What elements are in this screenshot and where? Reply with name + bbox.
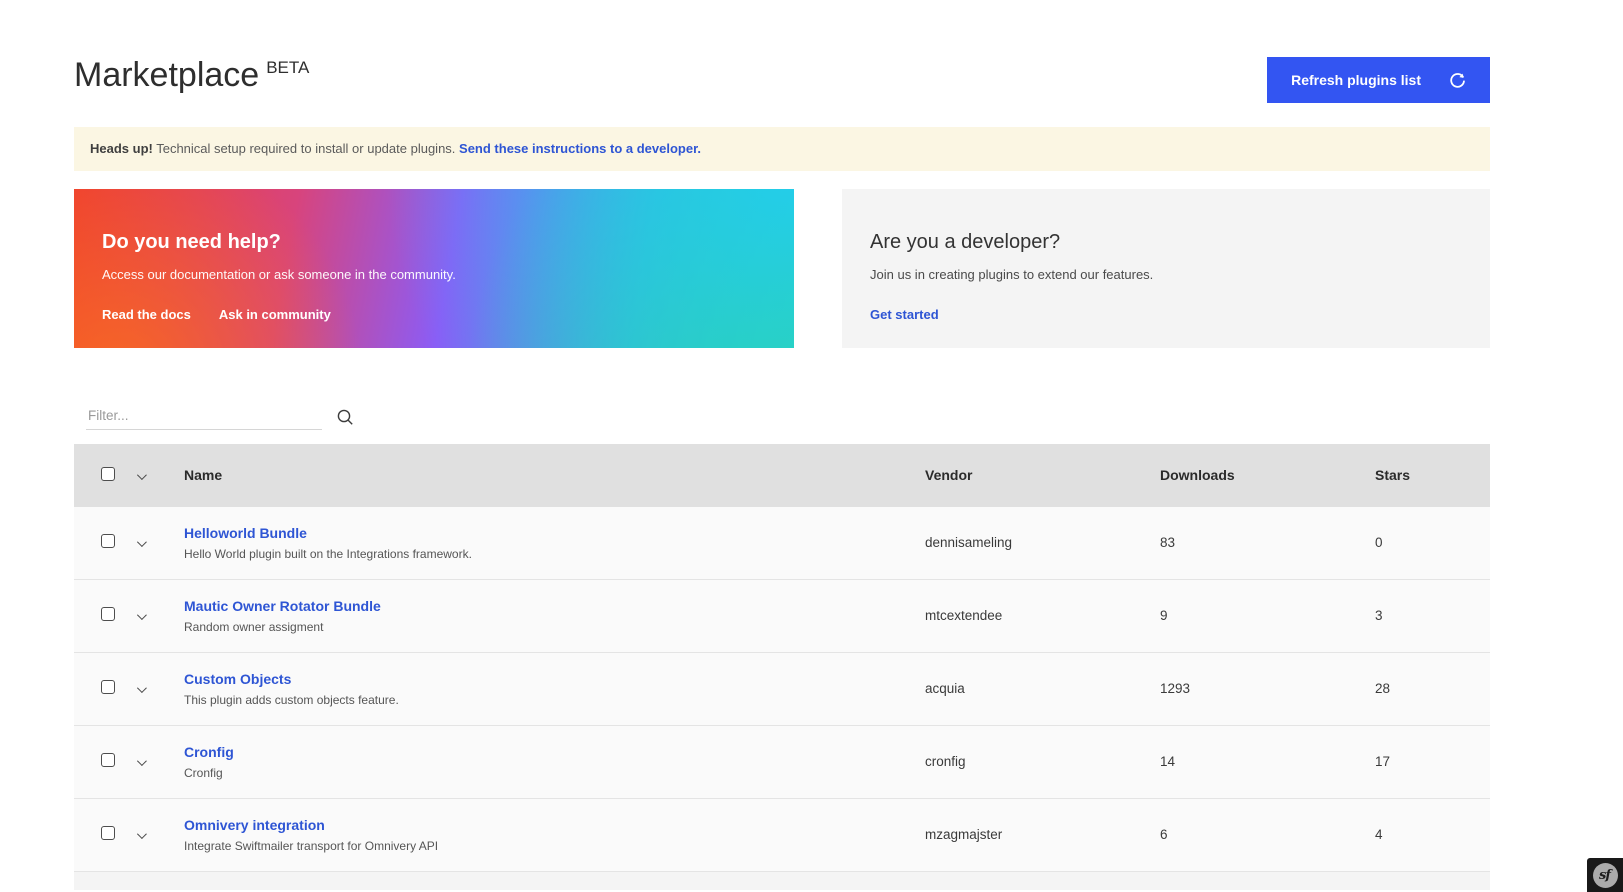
page-title: Marketplace BETA: [74, 55, 309, 96]
chevron-down-icon[interactable]: [137, 610, 147, 620]
table-row: Cronfig Cronfig cronfig 14 17: [74, 726, 1490, 799]
help-card-text: Access our documentation or ask someone …: [102, 267, 766, 282]
column-header-downloads: Downloads: [1160, 467, 1375, 483]
plugin-name-link[interactable]: Mautic Owner Rotator Bundle: [184, 598, 381, 614]
column-header-vendor: Vendor: [925, 467, 1160, 483]
symfony-logo-icon: sf: [1593, 863, 1618, 888]
plugin-downloads: 83: [1160, 535, 1375, 550]
chevron-down-icon[interactable]: [137, 537, 147, 547]
plugin-description: Integrate Swiftmailer transport for Omni…: [184, 839, 925, 853]
refresh-plugins-button-label: Refresh plugins list: [1291, 72, 1421, 88]
plugin-downloads: 14: [1160, 754, 1375, 769]
row-checkbox[interactable]: [101, 753, 115, 767]
developer-card-title: Are you a developer?: [870, 231, 1462, 254]
refresh-icon: [1449, 72, 1466, 89]
help-card-links: Read the docs Ask in community: [102, 307, 766, 322]
plugin-stars: 17: [1375, 754, 1490, 769]
plugin-downloads: 6: [1160, 827, 1375, 842]
row-checkbox[interactable]: [101, 607, 115, 621]
plugin-name-link[interactable]: Omnivery integration: [184, 817, 325, 833]
page-title-text: Marketplace: [74, 56, 259, 94]
beta-badge: BETA: [266, 58, 309, 77]
search-button[interactable]: [336, 408, 354, 430]
send-instructions-link[interactable]: Send these instructions to a developer.: [459, 141, 701, 156]
plugin-name-link[interactable]: Helloworld Bundle: [184, 525, 307, 541]
select-all-checkbox[interactable]: [101, 467, 115, 481]
plugin-downloads: 1293: [1160, 681, 1375, 696]
filter-input[interactable]: [86, 402, 322, 430]
plugin-downloads: 9: [1160, 608, 1375, 623]
plugin-stars: 28: [1375, 681, 1490, 696]
refresh-plugins-button[interactable]: Refresh plugins list: [1267, 57, 1490, 103]
row-checkbox[interactable]: [101, 826, 115, 840]
chevron-down-icon[interactable]: [137, 756, 147, 766]
developer-card: Are you a developer? Join us in creating…: [842, 189, 1490, 348]
developer-card-text: Join us in creating plugins to extend ou…: [870, 267, 1462, 282]
alert-text: Technical setup required to install or u…: [153, 141, 459, 156]
row-checkbox[interactable]: [101, 680, 115, 694]
top-bar: Marketplace BETA Refresh plugins list: [74, 0, 1490, 103]
plugin-description: This plugin adds custom objects feature.: [184, 693, 925, 707]
search-icon: [336, 408, 354, 426]
chevron-down-icon[interactable]: [137, 470, 147, 480]
plugin-vendor: mzagmajster: [925, 827, 1160, 842]
table-row: Custom Objects This plugin adds custom o…: [74, 653, 1490, 726]
info-cards: Do you need help? Access our documentati…: [74, 189, 1490, 348]
symfony-toolbar-button[interactable]: sf: [1587, 858, 1623, 892]
table-row: Helloworld Bundle Hello World plugin bui…: [74, 507, 1490, 580]
plugin-description: Random owner assigment: [184, 620, 925, 634]
read-the-docs-link[interactable]: Read the docs: [102, 307, 191, 322]
plugin-vendor: mtcextendee: [925, 608, 1160, 623]
table-body: Helloworld Bundle Hello World plugin bui…: [74, 507, 1490, 872]
plugin-description: Cronfig: [184, 766, 925, 780]
plugin-vendor: dennisameling: [925, 535, 1160, 550]
plugin-name-link[interactable]: Custom Objects: [184, 671, 291, 687]
plugin-description: Hello World plugin built on the Integrat…: [184, 547, 925, 561]
table-header-row: Name Vendor Downloads Stars: [74, 444, 1490, 507]
plugin-stars: 0: [1375, 535, 1490, 550]
plugin-stars: 3: [1375, 608, 1490, 623]
ask-in-community-link[interactable]: Ask in community: [219, 307, 331, 322]
heads-up-alert: Heads up! Technical setup required to in…: [74, 127, 1490, 171]
chevron-down-icon[interactable]: [137, 829, 147, 839]
column-header-stars: Stars: [1375, 467, 1490, 483]
plugin-vendor: cronfig: [925, 754, 1160, 769]
table-row: Omnivery integration Integrate Swiftmail…: [74, 799, 1490, 872]
table-row: Mautic Owner Rotator Bundle Random owner…: [74, 580, 1490, 653]
page: Marketplace BETA Refresh plugins list Hea…: [74, 0, 1490, 890]
plugin-vendor: acquia: [925, 681, 1160, 696]
help-card: Do you need help? Access our documentati…: [74, 189, 794, 348]
plugins-table: Name Vendor Downloads Stars Helloworld B…: [74, 444, 1490, 890]
row-checkbox[interactable]: [101, 534, 115, 548]
filter-bar: [74, 398, 1490, 430]
table-row-partial: [74, 872, 1490, 890]
plugin-stars: 4: [1375, 827, 1490, 842]
plugin-name-link[interactable]: Cronfig: [184, 744, 234, 760]
chevron-down-icon[interactable]: [137, 683, 147, 693]
help-card-title: Do you need help?: [102, 231, 766, 254]
column-header-name: Name: [184, 467, 925, 483]
get-started-link[interactable]: Get started: [870, 307, 939, 322]
alert-bold-text: Heads up!: [90, 141, 153, 156]
